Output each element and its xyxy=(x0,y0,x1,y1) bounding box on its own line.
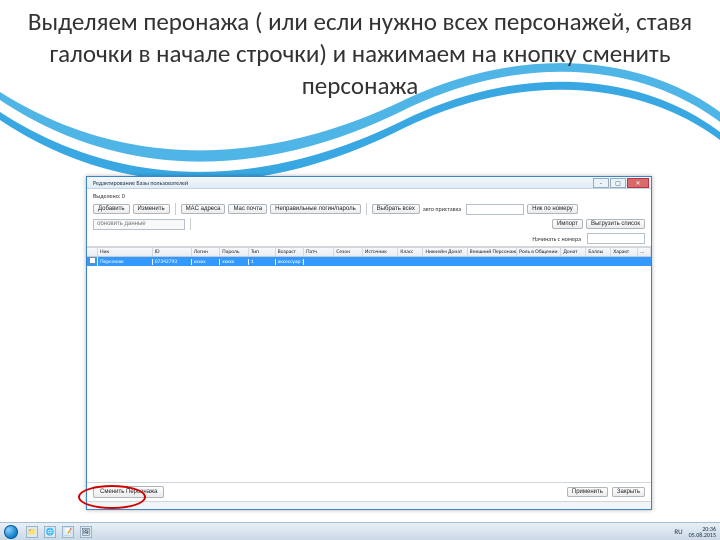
auto-prefix-label: авто приставка xyxy=(423,205,463,213)
column-header[interactable]: Внешний Персонаж xyxy=(468,248,517,256)
edit-button[interactable]: Изменить xyxy=(133,204,170,214)
clock: 20:36 05.08.2015 xyxy=(689,526,716,538)
maximize-button[interactable]: ▢ xyxy=(610,178,626,188)
column-header[interactable]: Характ xyxy=(611,248,638,256)
start-orb[interactable] xyxy=(4,525,18,539)
column-header[interactable]: Патч xyxy=(304,248,334,256)
table-row[interactable]: Персонаж07342793xxxxxxxxxx1аксессуар 1 (… xyxy=(87,257,651,266)
prefix-input[interactable] xyxy=(466,204,524,215)
taskbar: 📁 🌐 📝 🖼 RU 20:36 05.08.2015 xyxy=(0,522,720,540)
column-header[interactable]: Возраст xyxy=(276,248,305,256)
nick-by-number-button[interactable]: Ник по номеру xyxy=(527,204,578,214)
mac-button[interactable]: MAC адреса xyxy=(181,204,226,214)
taskbar-icons: 📁 🌐 📝 🖼 xyxy=(26,526,92,538)
data-grid: НикIDЛогинПарольТипВозрастПатчСезонИсточ… xyxy=(87,247,651,482)
column-header[interactable]: ID xyxy=(153,248,192,256)
column-header[interactable]: Никнейм Донат xyxy=(423,248,467,256)
start-number-input[interactable] xyxy=(587,233,645,244)
column-header[interactable] xyxy=(87,248,98,256)
add-button[interactable]: Добавить xyxy=(93,204,130,214)
import-button[interactable]: Импорт xyxy=(552,219,583,229)
column-header[interactable]: Логин xyxy=(192,248,221,256)
column-header[interactable]: Баллы xyxy=(586,248,611,256)
column-header[interactable]: Источник xyxy=(363,248,399,256)
table-cell: аксессуар 1 (0) xyxy=(276,259,305,265)
apply-button[interactable]: Применить xyxy=(567,487,608,497)
close-window-button[interactable]: Закрыть xyxy=(612,487,645,497)
wrong-login-button[interactable]: Неправильные логин/пароль xyxy=(270,204,361,214)
column-header[interactable]: ... xyxy=(638,248,651,256)
column-header[interactable]: Тип xyxy=(249,248,276,256)
table-cell: xxxxx xyxy=(220,259,249,265)
update-data-field[interactable] xyxy=(93,219,185,230)
row-checkbox[interactable] xyxy=(89,257,96,264)
minimize-button[interactable]: – xyxy=(593,178,609,188)
window-footer: Сменить Персонажа Применить Закрыть xyxy=(87,482,651,501)
window-title: Редактирование Базы пользователей xyxy=(93,179,188,187)
taskbar-icon[interactable]: 🖼 xyxy=(80,526,92,538)
titlebar: Редактирование Базы пользователей – ▢ ✕ xyxy=(87,177,651,189)
lang-indicator[interactable]: RU xyxy=(674,527,682,536)
toolbar: Выделено: 0 Добавить Изменить MAC адреса… xyxy=(87,189,651,247)
close-button[interactable]: ✕ xyxy=(627,178,649,188)
column-header[interactable]: Донат xyxy=(561,248,586,256)
change-character-button[interactable]: Сменить Персонажа xyxy=(93,486,164,498)
clock-date: 05.08.2015 xyxy=(689,532,716,538)
column-header[interactable]: Сезон xyxy=(334,248,363,256)
status-bar xyxy=(87,501,651,509)
table-cell: xxxxx xyxy=(192,259,221,265)
table-cell: 07342793 xyxy=(153,259,192,265)
app-window: Редактирование Базы пользователей – ▢ ✕ … xyxy=(86,176,652,510)
instruction-text: Выделяем перонажа ( или если нужно всех … xyxy=(0,0,720,102)
column-header[interactable]: Ник xyxy=(98,248,153,256)
start-number-label: Начинать с номера xyxy=(532,235,583,243)
selected-count-label: Выделено: 0 xyxy=(93,192,127,200)
table-cell xyxy=(87,257,98,266)
taskbar-icon[interactable]: 🌐 xyxy=(44,526,56,538)
table-cell: 1 xyxy=(249,259,276,265)
grid-header: НикIDЛогинПарольТипВозрастПатчСезонИсточ… xyxy=(87,248,651,257)
taskbar-icon[interactable]: 📁 xyxy=(26,526,38,538)
column-header[interactable]: Пароль xyxy=(220,248,249,256)
column-header[interactable]: Класс xyxy=(398,248,423,256)
taskbar-icon[interactable]: 📝 xyxy=(62,526,74,538)
export-csv-button[interactable]: Выгрузить список xyxy=(586,219,645,229)
table-cell: Персонаж xyxy=(98,259,153,265)
select-all-button[interactable]: Выбрать всех xyxy=(372,204,420,214)
mac-mail-button[interactable]: Мас почта xyxy=(228,204,267,214)
column-header[interactable]: Роль в Общении xyxy=(517,248,561,256)
grid-body[interactable]: Персонаж07342793xxxxxxxxxx1аксессуар 1 (… xyxy=(87,257,651,482)
